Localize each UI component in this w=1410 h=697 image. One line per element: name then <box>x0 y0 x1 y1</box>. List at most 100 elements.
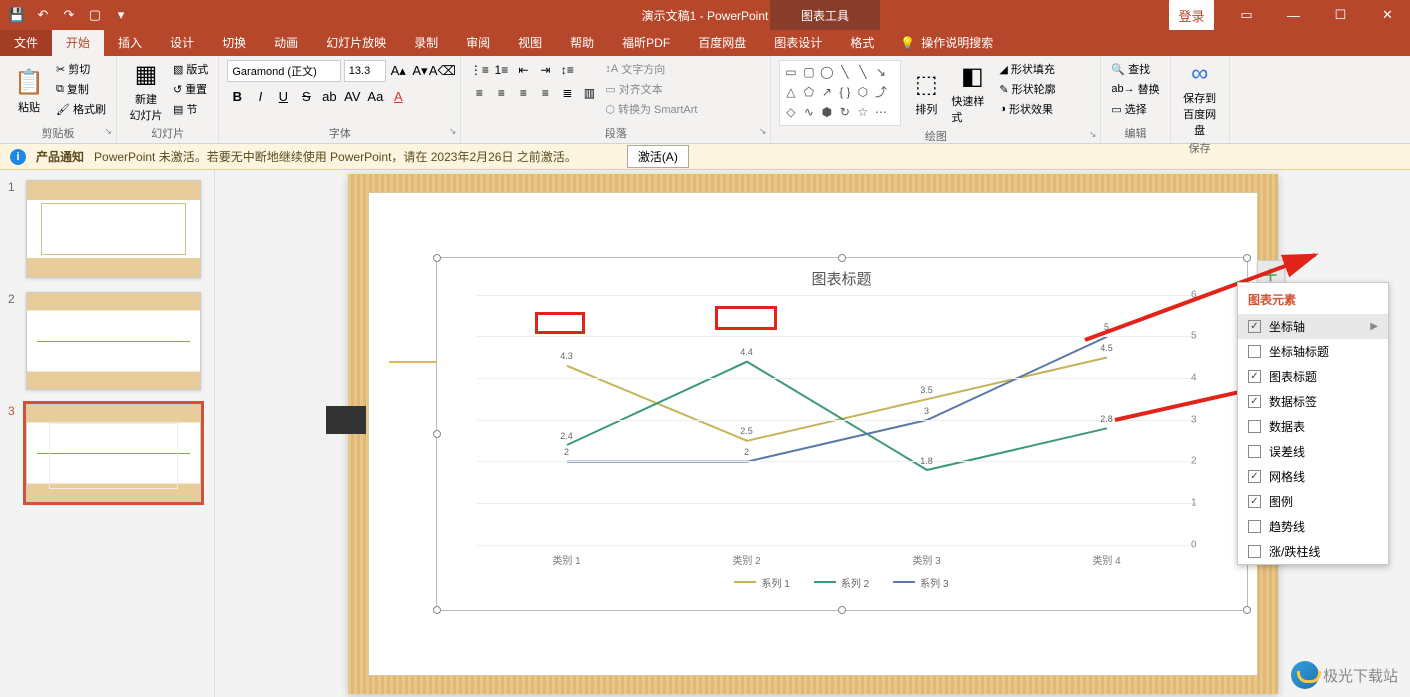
font-name-select[interactable]: Garamond (正文) <box>227 60 340 82</box>
checkbox-icon[interactable]: ✓ <box>1248 370 1261 383</box>
start-slideshow-icon[interactable]: ▢ <box>84 4 106 26</box>
align-left-button[interactable]: ≡ <box>469 83 489 103</box>
shapes-gallery[interactable]: ▭▢◯╲╲↘ △⬠↗{ }⬡⤴ ◇∿⬢↻☆⋯ <box>779 60 901 126</box>
chart-element-option[interactable]: 趋势线 <box>1238 514 1388 539</box>
columns-button[interactable]: ▥ <box>579 83 599 103</box>
maximize-icon[interactable]: ☐ <box>1318 0 1363 30</box>
decrease-indent-button[interactable]: ⇤ <box>513 60 533 80</box>
layout-button[interactable]: ▧版式 <box>171 60 210 78</box>
tab-chart-design[interactable]: 图表设计 <box>760 29 836 56</box>
chart-element-option[interactable]: ✓数据标签 <box>1238 389 1388 414</box>
increase-font-icon[interactable]: A▴ <box>389 61 408 81</box>
tell-me-search[interactable]: 💡操作说明搜索 <box>888 29 1005 56</box>
checkbox-icon[interactable]: ✓ <box>1248 495 1261 508</box>
tab-home[interactable]: 开始 <box>52 29 104 56</box>
select-button[interactable]: ▭选择 <box>1109 100 1161 118</box>
tab-insert[interactable]: 插入 <box>104 29 156 56</box>
chart-element-option[interactable]: ✓图表标题 <box>1238 364 1388 389</box>
chart-element-option[interactable]: ✓坐标轴▶ <box>1238 314 1388 339</box>
text-direction-button[interactable]: ↕A文字方向 <box>603 60 699 78</box>
align-text-button[interactable]: ▭对齐文本 <box>603 80 699 98</box>
dialog-launcher-icon[interactable]: ↘ <box>759 126 767 137</box>
dialog-launcher-icon[interactable]: ↘ <box>449 126 457 137</box>
dialog-launcher-icon[interactable]: ↘ <box>104 126 112 137</box>
chart-element-option[interactable]: 坐标轴标题 <box>1238 339 1388 364</box>
section-button[interactable]: ▤节 <box>171 100 210 118</box>
resize-handle[interactable] <box>838 606 846 614</box>
thumbnail-slide-1[interactable]: 1 <box>8 180 206 278</box>
tab-help[interactable]: 帮助 <box>556 29 608 56</box>
align-center-button[interactable]: ≡ <box>491 83 511 103</box>
bullets-button[interactable]: ⋮≡ <box>469 60 489 80</box>
checkbox-icon[interactable]: ✓ <box>1248 395 1261 408</box>
chart-title[interactable]: 图表标题 <box>437 268 1247 289</box>
increase-indent-button[interactable]: ⇥ <box>535 60 555 80</box>
checkbox-icon[interactable]: ✓ <box>1248 470 1261 483</box>
undo-icon[interactable]: ↶ <box>32 4 54 26</box>
redo-icon[interactable]: ↷ <box>58 4 80 26</box>
checkbox-icon[interactable]: ✓ <box>1248 320 1261 333</box>
login-button[interactable]: 登录 <box>1169 0 1214 30</box>
thumbnail-slide-2[interactable]: 2 <box>8 292 206 390</box>
decrease-font-icon[interactable]: A▾ <box>411 61 430 81</box>
shape-fill-button[interactable]: ◢形状填充 <box>997 60 1057 78</box>
font-size-select[interactable]: 13.3 <box>344 60 386 82</box>
italic-button[interactable]: I <box>250 86 270 106</box>
replace-button[interactable]: ab→替换 <box>1109 80 1161 98</box>
ribbon-options-icon[interactable]: ▭ <box>1224 0 1269 30</box>
numbering-button[interactable]: 1≡ <box>491 60 511 80</box>
activate-button[interactable]: 激活(A) <box>627 145 689 168</box>
cut-button[interactable]: ✂剪切 <box>54 60 108 78</box>
resize-handle[interactable] <box>838 254 846 262</box>
line-spacing-button[interactable]: ↕≡ <box>557 60 577 80</box>
shape-outline-button[interactable]: ✎形状轮廓 <box>997 80 1057 98</box>
checkbox-icon[interactable] <box>1248 445 1261 458</box>
reset-button[interactable]: ↺重置 <box>171 80 210 98</box>
paste-button[interactable]: 📋粘贴 <box>8 60 50 123</box>
underline-button[interactable]: U <box>273 86 293 106</box>
chart-plot-area[interactable]: 0123456类别 1类别 2类别 3类别 44.32.53.54.52.44.… <box>477 295 1197 545</box>
tab-record[interactable]: 录制 <box>400 29 452 56</box>
resize-handle[interactable] <box>433 430 441 438</box>
tab-format[interactable]: 格式 <box>836 29 888 56</box>
tab-slideshow[interactable]: 幻灯片放映 <box>312 29 400 56</box>
tab-foxit[interactable]: 福昕PDF <box>608 29 684 56</box>
justify-button[interactable]: ≡ <box>535 83 555 103</box>
distribute-button[interactable]: ≣ <box>557 83 577 103</box>
checkbox-icon[interactable] <box>1248 545 1261 558</box>
save-baidu-button[interactable]: ∞保存到 百度网盘 <box>1179 60 1221 138</box>
clear-format-icon[interactable]: A⌫ <box>432 61 452 81</box>
chart-legend[interactable]: 系列 1 系列 2 系列 3 <box>437 575 1247 590</box>
quick-styles-button[interactable]: ◧快速样式 <box>951 60 993 126</box>
chart-element-option[interactable]: 涨/跌柱线 <box>1238 539 1388 564</box>
find-button[interactable]: 🔍查找 <box>1109 60 1161 78</box>
close-icon[interactable]: ✕ <box>1365 0 1410 30</box>
qat-dropdown-icon[interactable]: ▾ <box>110 4 132 26</box>
strikethrough-button[interactable]: S <box>296 86 316 106</box>
chart-element-option[interactable]: 误差线 <box>1238 439 1388 464</box>
chart-element-option[interactable]: ✓网格线 <box>1238 464 1388 489</box>
new-slide-button[interactable]: ▦新建 幻灯片 <box>125 60 167 123</box>
thumbnail-slide-3[interactable]: 3 <box>8 404 206 502</box>
align-right-button[interactable]: ≡ <box>513 83 533 103</box>
tab-animations[interactable]: 动画 <box>260 29 312 56</box>
chart-element-option[interactable]: ✓图例 <box>1238 489 1388 514</box>
checkbox-icon[interactable] <box>1248 420 1261 433</box>
change-case-button[interactable]: Aa <box>365 86 385 106</box>
shadow-button[interactable]: ab <box>319 86 339 106</box>
tab-design[interactable]: 设计 <box>156 29 208 56</box>
bold-button[interactable]: B <box>227 86 247 106</box>
resize-handle[interactable] <box>433 254 441 262</box>
copy-button[interactable]: ⧉复制 <box>54 80 108 98</box>
font-color-button[interactable]: A <box>388 86 408 106</box>
slide-thumbnail-pane[interactable]: 1 2 3 <box>0 170 215 697</box>
tab-baidu[interactable]: 百度网盘 <box>684 29 760 56</box>
convert-smartart-button[interactable]: ⬡转换为 SmartArt <box>603 100 699 118</box>
arrange-button[interactable]: ⬚排列 <box>905 60 947 126</box>
checkbox-icon[interactable] <box>1248 345 1261 358</box>
chart-element-option[interactable]: 数据表 <box>1238 414 1388 439</box>
checkbox-icon[interactable] <box>1248 520 1261 533</box>
save-icon[interactable]: 💾 <box>6 4 28 26</box>
tab-view[interactable]: 视图 <box>504 29 556 56</box>
tab-transitions[interactable]: 切换 <box>208 29 260 56</box>
